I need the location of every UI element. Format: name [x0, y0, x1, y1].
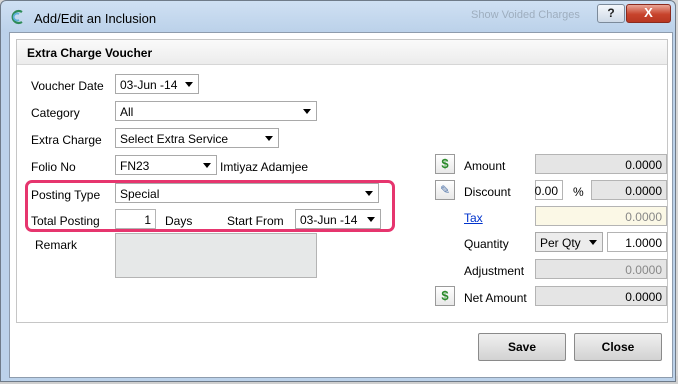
category-value: All [120, 105, 134, 119]
quantity-input[interactable]: 1.0000 [607, 232, 667, 252]
window-title: Add/Edit an Inclusion [34, 11, 157, 26]
discount-label: Discount [464, 185, 511, 199]
chevron-down-icon [589, 240, 597, 245]
voucher-date-label: Voucher Date [31, 79, 104, 93]
category-label: Category [31, 106, 80, 120]
discount-field: 0.0000 [591, 180, 667, 200]
discount-percent-input[interactable]: 0.00 [535, 180, 563, 200]
quantity-label: Quantity [464, 237, 509, 251]
amount-value: 0.0000 [625, 158, 662, 172]
net-amount-label: Net Amount [464, 291, 527, 305]
background-window-text: Show Voided Charges [471, 9, 580, 21]
net-amount-value: 0.0000 [625, 290, 662, 304]
amount-field: 0.0000 [535, 154, 667, 174]
chevron-down-icon [203, 163, 211, 168]
app-logo-icon [11, 9, 23, 25]
discount-percent-value: 0.00 [534, 184, 558, 198]
discount-icon[interactable]: ✎ [435, 180, 455, 200]
adjustment-value: 0.0000 [625, 263, 662, 277]
remark-textarea[interactable] [115, 233, 317, 278]
dialog-body: Extra Charge Voucher Voucher Date 03-Jun… [9, 32, 673, 378]
money-icon[interactable]: $ [435, 286, 455, 306]
extra-charge-value: Select Extra Service [120, 132, 229, 146]
chevron-down-icon [265, 136, 273, 141]
category-dropdown[interactable]: All [115, 101, 317, 121]
save-button[interactable]: Save [478, 333, 566, 361]
tax-link[interactable]: Tax [464, 211, 483, 225]
tax-field: 0.0000 [535, 206, 667, 226]
panel-header: Extra Charge Voucher [17, 40, 667, 65]
voucher-date-dropdown[interactable]: 03-Jun -14 [115, 74, 199, 94]
highlight-annotation [25, 180, 395, 232]
extra-charge-label: Extra Charge [31, 133, 102, 147]
quantity-mode-dropdown[interactable]: Per Qty [535, 232, 603, 252]
tax-value: 0.0000 [625, 210, 662, 224]
amount-label: Amount [464, 159, 506, 173]
help-button[interactable]: ? [597, 4, 625, 23]
dialog-window: Add/Edit an Inclusion Show Voided Charge… [0, 0, 676, 382]
voucher-date-value: 03-Jun -14 [120, 78, 178, 92]
extra-charge-dropdown[interactable]: Select Extra Service [115, 128, 279, 148]
adjustment-label: Adjustment [464, 264, 525, 278]
percent-sign: % [573, 185, 584, 199]
net-amount-field: 0.0000 [535, 286, 667, 306]
quantity-value: 1.0000 [625, 236, 662, 250]
remark-label: Remark [35, 238, 78, 252]
window-close-button[interactable]: X [626, 4, 671, 23]
close-button[interactable]: Close [574, 333, 662, 361]
folio-no-label: Folio No [31, 160, 76, 174]
money-icon[interactable]: $ [435, 154, 455, 174]
title-bar[interactable]: Add/Edit an Inclusion Show Voided Charge… [1, 1, 675, 33]
panel-title: Extra Charge Voucher [27, 46, 153, 60]
chevron-down-icon [303, 109, 311, 114]
folio-no-dropdown[interactable]: FN23 [115, 155, 217, 175]
adjustment-field: 0.0000 [535, 259, 667, 279]
guest-name: Imtiyaz Adamjee [220, 160, 309, 174]
folio-no-value: FN23 [120, 159, 150, 173]
quantity-mode-value: Per Qty [540, 236, 581, 250]
discount-value: 0.0000 [625, 184, 662, 198]
extra-charge-voucher-panel: Extra Charge Voucher Voucher Date 03-Jun… [16, 39, 668, 323]
chevron-down-icon [185, 82, 193, 87]
